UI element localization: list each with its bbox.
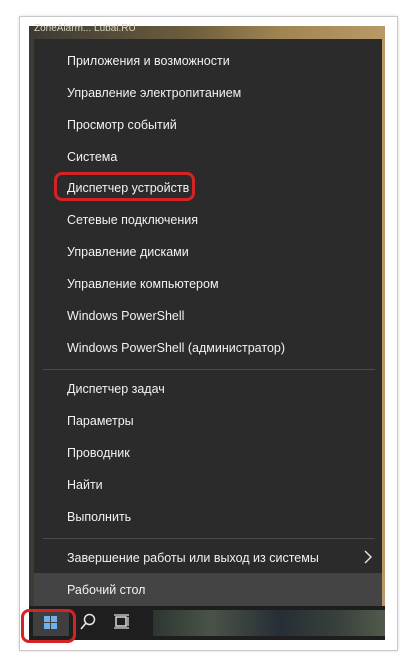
menu-item-desktop[interactable]: Рабочий стол (67, 582, 145, 598)
menu-item-settings[interactable]: Параметры (67, 413, 134, 429)
taskbar (29, 606, 385, 640)
menu-item-task-manager[interactable]: Диспетчер задач (67, 381, 165, 397)
menu-item-network-connections[interactable]: Сетевые подключения (67, 212, 198, 228)
task-view-icon[interactable] (113, 613, 131, 631)
menu-item-desktop-row[interactable]: Рабочий стол (34, 573, 382, 606)
taskbar-blurred-area (153, 610, 385, 636)
menu-item-run[interactable]: Выполнить (67, 509, 131, 525)
chevron-right-icon (361, 547, 375, 567)
menu-item-apps-features[interactable]: Приложения и возможности (67, 53, 230, 69)
menu-item-event-viewer[interactable]: Просмотр событий (67, 117, 177, 133)
wallpaper-text: ZoneAlarm... Lubal.RU (34, 23, 136, 34)
menu-item-powershell-admin[interactable]: Windows PowerShell (администратор) (67, 340, 285, 356)
menu-item-system[interactable]: Система (67, 149, 117, 165)
menu-item-computer-management[interactable]: Управление компьютером (67, 276, 219, 292)
search-icon[interactable] (80, 613, 96, 631)
menu-item-power-options[interactable]: Управление электропитанием (67, 85, 241, 101)
menu-item-search[interactable]: Найти (67, 477, 103, 493)
menu-item-powershell[interactable]: Windows PowerShell (67, 308, 184, 324)
winx-context-menu: Приложения и возможности Управление элек… (34, 39, 382, 606)
menu-item-file-explorer[interactable]: Проводник (67, 445, 130, 461)
menu-item-disk-management[interactable]: Управление дисками (67, 244, 189, 260)
menu-item-shutdown-signout[interactable]: Завершение работы или выход из системы (67, 550, 319, 566)
start-button-highlight (21, 609, 76, 643)
menu-divider (43, 369, 375, 370)
menu-divider (43, 538, 375, 539)
menu-item-device-manager[interactable]: Диспетчер устройств (67, 180, 189, 196)
